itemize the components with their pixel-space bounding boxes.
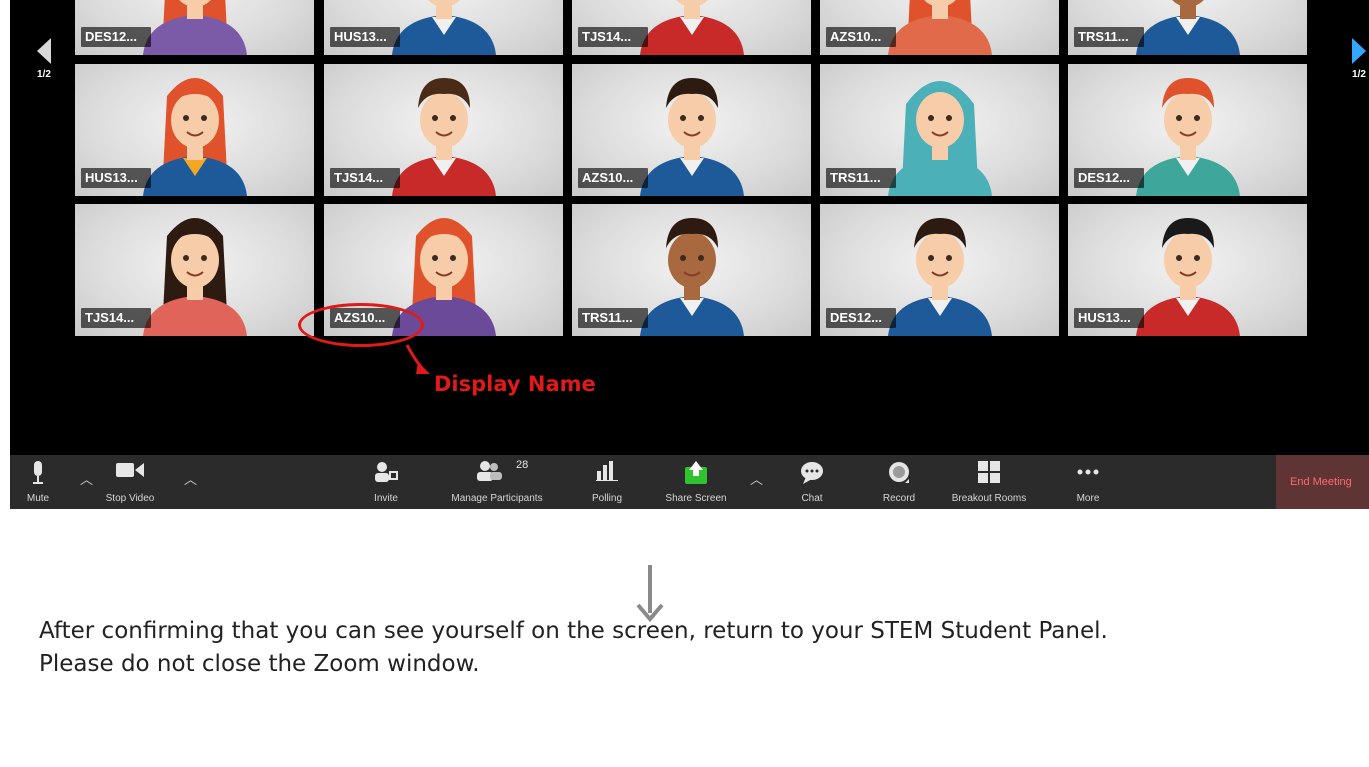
participant-video-tile[interactable]: TRS11...	[1068, 0, 1307, 55]
participant-video-tile[interactable]: HUS13...	[1068, 204, 1307, 336]
share-options-caret-icon[interactable]: ︿	[750, 469, 763, 488]
participant-display-name: HUS13...	[81, 168, 151, 188]
instruction-line-2: Please do not close the Zoom window.	[39, 651, 480, 677]
invite-button[interactable]: Invite	[364, 455, 408, 509]
stop-video-button[interactable]: Stop Video	[90, 455, 170, 509]
breakout-rooms-label: Breakout Rooms	[951, 493, 1027, 504]
participant-display-name: TJS14...	[81, 308, 151, 328]
chat-button[interactable]: Chat	[790, 455, 834, 509]
polling-label: Polling	[591, 493, 623, 504]
video-gallery: DES12... HUS13... TJS14... AZS10... TRS1…	[75, 0, 1310, 340]
participant-display-name: HUS13...	[1074, 308, 1144, 328]
participant-display-name: TRS11...	[1074, 27, 1144, 47]
participant-video-tile[interactable]: AZS10...	[572, 64, 811, 196]
more-dots-icon	[1077, 469, 1099, 475]
page-indicator-left: 1/2	[37, 69, 51, 80]
invite-person-icon	[375, 462, 398, 482]
bar-chart-icon	[596, 461, 618, 481]
participant-display-name: AZS10...	[826, 27, 896, 47]
page-indicator-right: 1/2	[1352, 69, 1366, 80]
participant-display-name: DES12...	[81, 27, 151, 47]
instruction-line-1: After confirming that you can see yourse…	[39, 618, 1108, 644]
prev-page-button[interactable]: 1/2	[32, 38, 56, 80]
display-name-highlight-circle	[298, 303, 424, 347]
next-page-button[interactable]: 1/2	[1347, 38, 1369, 80]
participant-video-tile[interactable]: TRS11...	[820, 64, 1059, 196]
participant-display-name: DES12...	[826, 308, 896, 328]
breakout-rooms-grid-icon	[978, 461, 1000, 483]
participant-display-name: AZS10...	[578, 168, 648, 188]
manage-participants-button[interactable]: 28 Manage Participants	[430, 455, 564, 509]
participant-display-name: TJS14...	[578, 27, 648, 47]
chevron-right-icon	[1352, 38, 1366, 64]
chat-bubble-icon	[801, 462, 823, 484]
participant-display-name: TRS11...	[578, 308, 648, 328]
polling-button[interactable]: Polling	[582, 455, 632, 509]
participant-display-name: TRS11...	[826, 168, 896, 188]
share-screen-label: Share Screen	[665, 493, 727, 504]
participant-display-name: TJS14...	[330, 168, 400, 188]
instructions-text: After confirming that you can see yourse…	[39, 615, 1359, 681]
participant-video-tile[interactable]: DES12...	[1068, 64, 1307, 196]
participant-video-tile[interactable]: DES12...	[820, 204, 1059, 336]
invite-label: Invite	[374, 493, 398, 504]
participant-video-tile[interactable]: TJS14...	[75, 204, 314, 336]
record-icon	[889, 462, 909, 483]
participant-video-tile[interactable]: DES12...	[75, 0, 314, 55]
breakout-rooms-button[interactable]: Breakout Rooms	[944, 455, 1034, 509]
mute-button[interactable]: Mute	[18, 455, 58, 509]
participant-video-tile[interactable]: HUS13...	[324, 0, 563, 55]
participant-display-name: HUS13...	[330, 27, 400, 47]
video-camera-icon	[116, 463, 144, 477]
chat-label: Chat	[801, 493, 823, 504]
display-name-annotation: Display Name	[434, 372, 596, 396]
mute-label: Mute	[26, 493, 50, 504]
stop-video-label: Stop Video	[105, 493, 155, 504]
participant-display-name: DES12...	[1074, 168, 1144, 188]
participant-video-tile[interactable]: TJS14...	[572, 0, 811, 55]
participant-count-badge: 28	[516, 459, 529, 471]
participant-video-tile[interactable]: TJS14...	[324, 64, 563, 196]
participants-icon	[477, 461, 502, 481]
microphone-icon	[33, 461, 43, 484]
meeting-toolbar: Mute ︿ Stop Video ︿ Invite 28 Manage Par…	[10, 455, 1369, 509]
participant-video-tile[interactable]: AZS10...	[820, 0, 1059, 55]
end-meeting-button[interactable]: End Meeting	[1276, 455, 1369, 509]
record-button[interactable]: Record	[876, 455, 922, 509]
record-label: Record	[882, 493, 916, 504]
participant-video-tile[interactable]: TRS11...	[572, 204, 811, 336]
chevron-left-icon	[37, 38, 51, 64]
manage-participants-label: Manage Participants	[451, 493, 543, 504]
share-screen-button[interactable]: Share Screen	[656, 455, 736, 509]
more-label: More	[1076, 493, 1100, 504]
video-options-caret-icon[interactable]: ︿	[184, 469, 197, 488]
share-screen-icon	[685, 461, 707, 484]
more-button[interactable]: More	[1066, 455, 1110, 509]
participant-video-tile[interactable]: HUS13...	[75, 64, 314, 196]
